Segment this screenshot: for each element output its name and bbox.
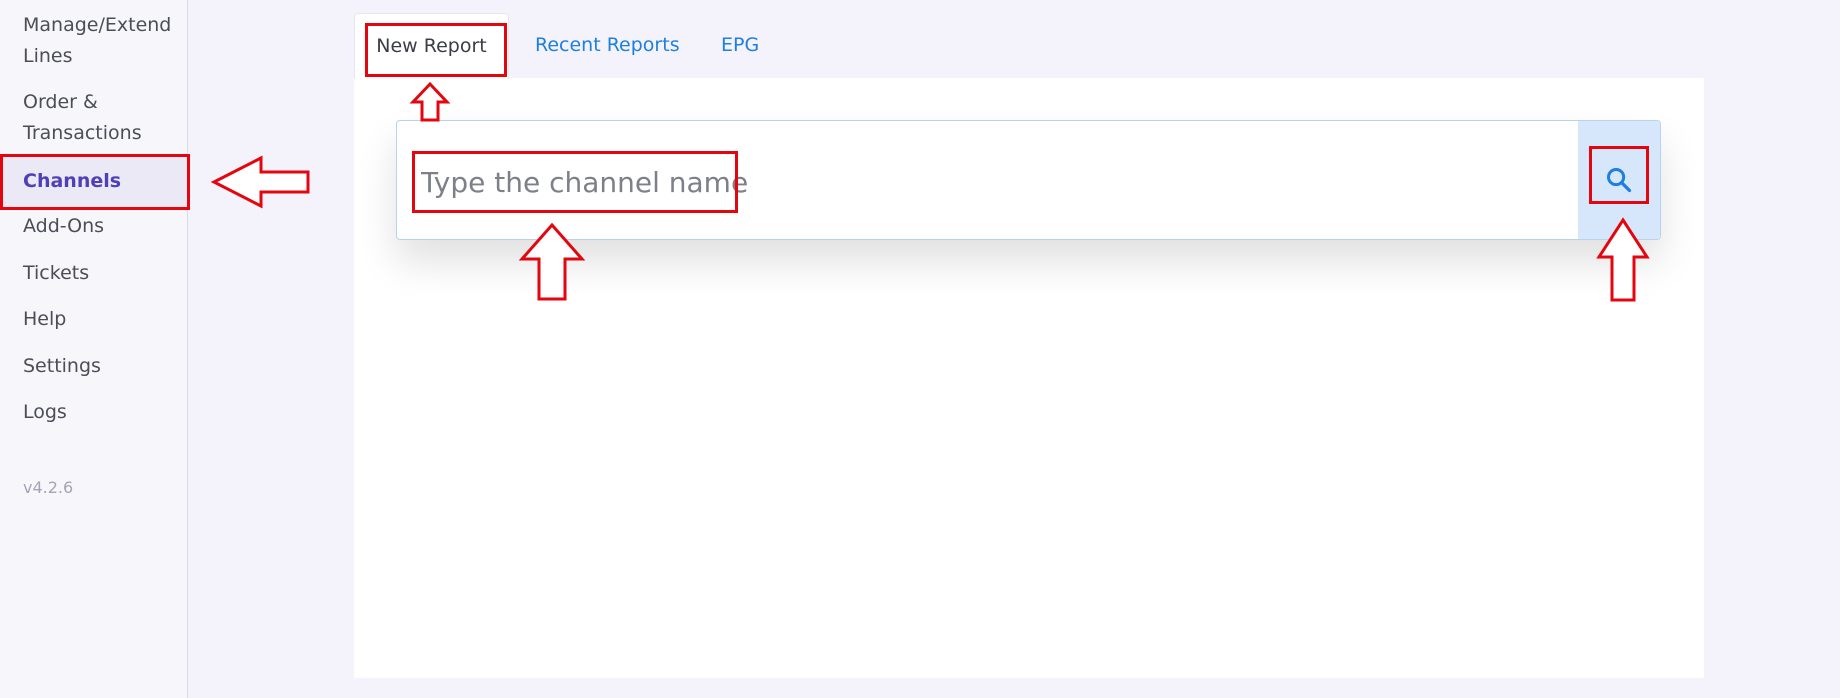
channel-search-box — [396, 120, 1661, 240]
tab-label: New Report — [376, 35, 487, 57]
search-button[interactable] — [1578, 121, 1660, 239]
sidebar-item-label: Tickets — [23, 262, 90, 284]
sidebar-item-channels[interactable]: Channels — [0, 154, 188, 208]
tab-new-report[interactable]: New Report — [354, 13, 509, 79]
sidebar-item-label: Order & — [23, 91, 98, 113]
version-label: v4.2.6 — [23, 478, 74, 497]
sidebar-item-help[interactable]: Help — [23, 304, 183, 335]
tab-label: EPG — [721, 34, 760, 56]
sidebar-item-label: Settings — [23, 355, 101, 377]
sidebar-item-label: Help — [23, 308, 67, 330]
sidebar-item-tickets[interactable]: Tickets — [23, 258, 183, 289]
sidebar-item-label: Logs — [23, 401, 67, 423]
sidebar-item-label-line2: Lines — [23, 45, 73, 67]
sidebar-item-label: Manage/Extend — [23, 14, 172, 36]
channel-search-input[interactable] — [419, 151, 1123, 213]
sidebar-item-logs[interactable]: Logs — [23, 397, 183, 428]
sidebar-item-order-transactions[interactable]: Order & Transactions — [23, 87, 183, 149]
search-icon — [1606, 167, 1632, 193]
sidebar-item-label: Channels — [23, 170, 122, 192]
sidebar-item-settings[interactable]: Settings — [23, 351, 183, 382]
tab-label: Recent Reports — [535, 34, 680, 56]
sidebar-item-label-line2: Transactions — [23, 122, 142, 144]
sidebar-item-add-ons[interactable]: Add-Ons — [23, 211, 183, 242]
sidebar-item-label: Add-Ons — [23, 215, 105, 237]
tab-recent-reports[interactable]: Recent Reports — [535, 27, 680, 63]
sidebar: Manage/Extend Lines Order & Transactions… — [0, 0, 188, 698]
sidebar-item-manage-extend-lines[interactable]: Manage/Extend Lines — [23, 10, 183, 72]
tab-epg[interactable]: EPG — [721, 27, 759, 63]
annotation-arrow-left — [210, 155, 310, 209]
